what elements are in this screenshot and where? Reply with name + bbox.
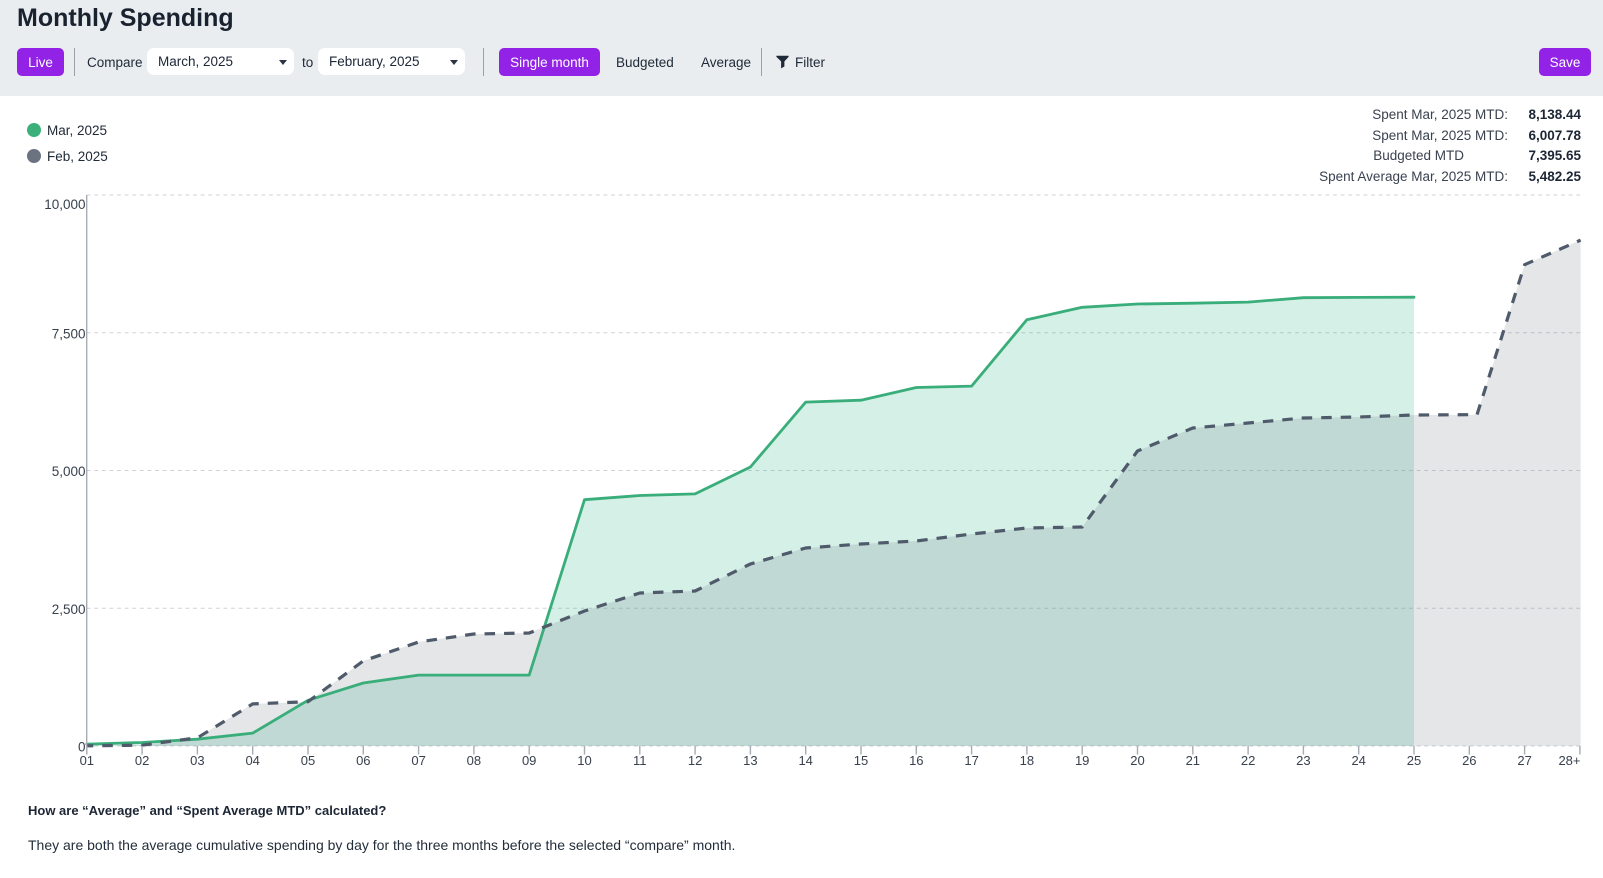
svg-text:16: 16	[909, 753, 923, 768]
svg-text:19: 19	[1075, 753, 1089, 768]
svg-text:15: 15	[854, 753, 868, 768]
svg-text:2,500: 2,500	[52, 602, 86, 617]
svg-text:21: 21	[1186, 753, 1200, 768]
svg-text:17: 17	[964, 753, 978, 768]
svg-text:02: 02	[135, 753, 149, 768]
svg-text:12: 12	[688, 753, 702, 768]
svg-text:5,000: 5,000	[52, 464, 86, 479]
svg-text:03: 03	[190, 753, 204, 768]
svg-text:10: 10	[577, 753, 591, 768]
svg-text:20: 20	[1130, 753, 1144, 768]
svg-text:10,000: 10,000	[44, 197, 85, 212]
svg-text:08: 08	[467, 753, 481, 768]
svg-text:24: 24	[1351, 753, 1365, 768]
svg-text:05: 05	[301, 753, 315, 768]
svg-text:27: 27	[1517, 753, 1531, 768]
svg-text:18: 18	[1020, 753, 1034, 768]
svg-text:09: 09	[522, 753, 536, 768]
svg-text:01: 01	[80, 753, 94, 768]
svg-text:14: 14	[798, 753, 812, 768]
svg-text:06: 06	[356, 753, 370, 768]
svg-text:26: 26	[1462, 753, 1476, 768]
svg-text:07: 07	[411, 753, 425, 768]
svg-text:04: 04	[245, 753, 259, 768]
svg-text:25: 25	[1407, 753, 1421, 768]
svg-text:23: 23	[1296, 753, 1310, 768]
svg-text:22: 22	[1241, 753, 1255, 768]
svg-text:11: 11	[633, 753, 647, 768]
svg-text:28+: 28+	[1558, 753, 1580, 768]
svg-text:13: 13	[743, 753, 757, 768]
svg-text:7,500: 7,500	[52, 326, 86, 341]
